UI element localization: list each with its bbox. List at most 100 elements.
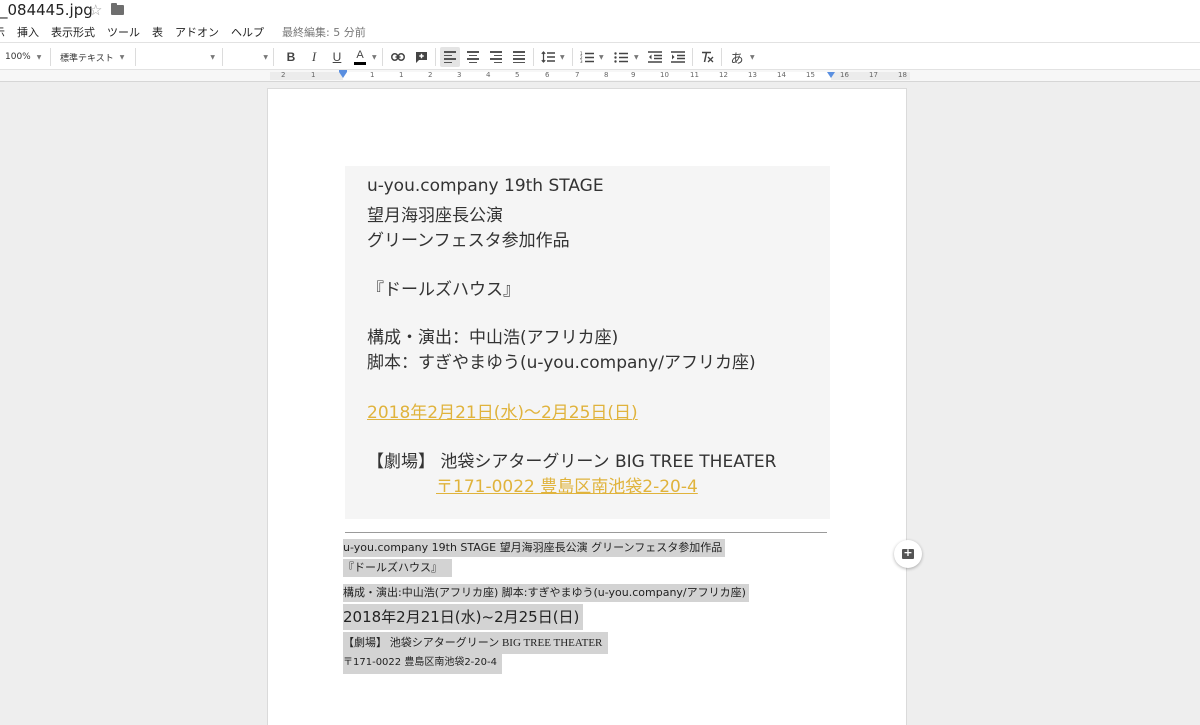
menu-table[interactable]: 表: [152, 24, 163, 40]
right-indent-marker[interactable]: [827, 72, 835, 78]
clear-formatting-icon[interactable]: [697, 47, 717, 67]
style-select[interactable]: 標準テキスト ▼: [60, 47, 124, 67]
decrease-indent-icon[interactable]: [645, 47, 665, 67]
image-text-line: 構成・演出：中山浩(アフリカ座): [367, 328, 619, 348]
bold-button[interactable]: B: [281, 47, 301, 67]
ruler-number: 16: [840, 71, 849, 79]
text-color-letter: A: [356, 48, 364, 61]
align-center-icon[interactable]: [463, 47, 483, 67]
menu-view[interactable]: 示: [0, 24, 5, 40]
ruler-number: 1: [311, 71, 316, 79]
doc-text-line[interactable]: 構成・演出:中山浩(アフリカ座) 脚本:すぎやまゆう(u-you.company…: [343, 584, 749, 602]
toolbar: 100% ▼ 標準テキスト ▼ ▼ ▼ B I U A ▼ ▼ 1 2 3 ▼ …: [0, 42, 1200, 70]
menu-addons[interactable]: アドオン: [175, 24, 219, 40]
underline-button[interactable]: U: [327, 47, 347, 67]
add-comment-icon[interactable]: [411, 47, 431, 67]
image-text-line: 望月海羽座長公演: [367, 206, 503, 226]
align-left-icon[interactable]: [440, 47, 460, 67]
ruler-number: 6: [545, 71, 550, 79]
menu-help[interactable]: ヘルプ: [231, 24, 264, 40]
image-text-line: 『ドールズハウス』: [367, 280, 520, 300]
ruler-number: 12: [719, 71, 728, 79]
toolbar-divider: [135, 48, 136, 66]
star-icon[interactable]: ☆: [89, 1, 102, 19]
toolbar-divider: [273, 48, 274, 66]
link-icon[interactable]: [388, 47, 408, 67]
image-text-line: グリーンフェスタ参加作品: [367, 231, 570, 251]
align-justify-icon[interactable]: [509, 47, 529, 67]
italic-button[interactable]: I: [304, 47, 324, 67]
toolbar-divider: [721, 48, 722, 66]
font-select[interactable]: ▼: [140, 47, 215, 67]
increase-indent-icon[interactable]: [668, 47, 688, 67]
image-address: 〒171-0022 豊島区南池袋2-20-4: [436, 477, 698, 497]
line-spacing-icon[interactable]: [538, 47, 558, 67]
menu-tools[interactable]: ツール: [107, 24, 140, 40]
ruler-number: 15: [806, 71, 815, 79]
ruler-number: 13: [748, 71, 757, 79]
ruler-number: 7: [575, 71, 580, 79]
ruler-number: 18: [898, 71, 907, 79]
chevron-down-icon[interactable]: ▼: [634, 54, 639, 61]
ruler-number: 4: [486, 71, 491, 79]
last-edit-status[interactable]: 最終編集: 5 分前: [282, 24, 366, 40]
ruler-number: 5: [515, 71, 520, 79]
input-tools-button[interactable]: あ: [727, 47, 747, 67]
image-venue: 【劇場】 池袋シアターグリーン BIG TREE THEATER: [367, 452, 777, 472]
menu-format[interactable]: 表示形式: [51, 24, 95, 40]
zoom-value: 100%: [5, 52, 31, 62]
toolbar-divider: [435, 48, 436, 66]
ruler-number: 17: [869, 71, 878, 79]
toolbar-divider: [572, 48, 573, 66]
folder-icon[interactable]: [111, 3, 124, 15]
ruler-number: 11: [690, 71, 699, 79]
font-size-select[interactable]: ▼: [226, 47, 268, 67]
toolbar-divider: [692, 48, 693, 66]
left-indent-marker[interactable]: [339, 72, 347, 78]
doc-text-address[interactable]: 〒171-0022 豊島区南池袋2-20-4: [343, 652, 502, 674]
chevron-down-icon[interactable]: ▼: [750, 54, 755, 61]
embedded-image[interactable]: u-you.company 19th STAGE 望月海羽座長公演 グリーンフェ…: [345, 166, 830, 519]
doc-text-line[interactable]: u-you.company 19th STAGE 望月海羽座長公演 グリーンフェ…: [343, 539, 726, 557]
numbered-list-icon[interactable]: 123: [577, 47, 597, 67]
text-color-swatch: [354, 61, 366, 65]
chevron-down-icon[interactable]: ▼: [372, 54, 377, 61]
ruler[interactable]: 2 1 1 1 2 3 4 5 6 7 8 9 10 11 12 13 14 1…: [0, 70, 1200, 82]
toolbar-divider: [50, 48, 51, 66]
zoom-select[interactable]: 100% ▼: [5, 47, 41, 67]
toolbar-divider: [222, 48, 223, 66]
doc-text-venue[interactable]: 【劇場】 池袋シアターグリーン BIG TREE THEATER: [343, 632, 609, 654]
chevron-down-icon: ▼: [36, 53, 42, 61]
comment-plus-icon: [902, 546, 914, 559]
ruler-number: 9: [631, 71, 636, 79]
toolbar-divider: [382, 48, 383, 66]
ruler-number: 2: [428, 71, 433, 79]
menu-bar: 示 挿入 表示形式 ツール 表 アドオン ヘルプ 最終編集: 5 分前: [0, 24, 366, 40]
doc-header: _084445.jpg ☆ 示 挿入 表示形式 ツール 表 アドオン ヘルプ 最…: [0, 0, 1200, 42]
chevron-down-icon: ▼: [210, 53, 215, 61]
chevron-down-icon: ▼: [119, 53, 125, 61]
document-title[interactable]: _084445.jpg: [0, 1, 93, 19]
ruler-number: 8: [604, 71, 609, 79]
chevron-down-icon[interactable]: ▼: [599, 54, 604, 61]
image-date: 2018年2月21日(水)～2月25日(日): [367, 403, 638, 423]
image-text-line: u-you.company 19th STAGE: [367, 176, 604, 196]
doc-text-date[interactable]: 2018年2月21日(水)~2月25日(日): [343, 604, 584, 630]
text-color-button[interactable]: A: [350, 47, 370, 67]
ruler-number: 1: [399, 71, 404, 79]
menu-insert[interactable]: 挿入: [17, 24, 39, 40]
document-page[interactable]: u-you.company 19th STAGE 望月海羽座長公演 グリーンフェ…: [268, 89, 906, 725]
ruler-number: 14: [777, 71, 786, 79]
ruler-number: 10: [660, 71, 669, 79]
bulleted-list-icon[interactable]: [611, 47, 631, 67]
doc-text-line[interactable]: 『ドールズハウス』: [343, 559, 452, 577]
horizontal-rule: [345, 532, 827, 533]
add-comment-button[interactable]: [894, 540, 922, 568]
toolbar-divider: [533, 48, 534, 66]
svg-text:3: 3: [580, 59, 583, 63]
chevron-down-icon[interactable]: ▼: [560, 54, 565, 61]
image-text-line: 脚本：すぎやまゆう(u-you.company/アフリカ座): [367, 353, 756, 373]
ruler-number: 1: [370, 71, 375, 79]
style-value: 標準テキスト: [60, 53, 114, 64]
align-right-icon[interactable]: [486, 47, 506, 67]
